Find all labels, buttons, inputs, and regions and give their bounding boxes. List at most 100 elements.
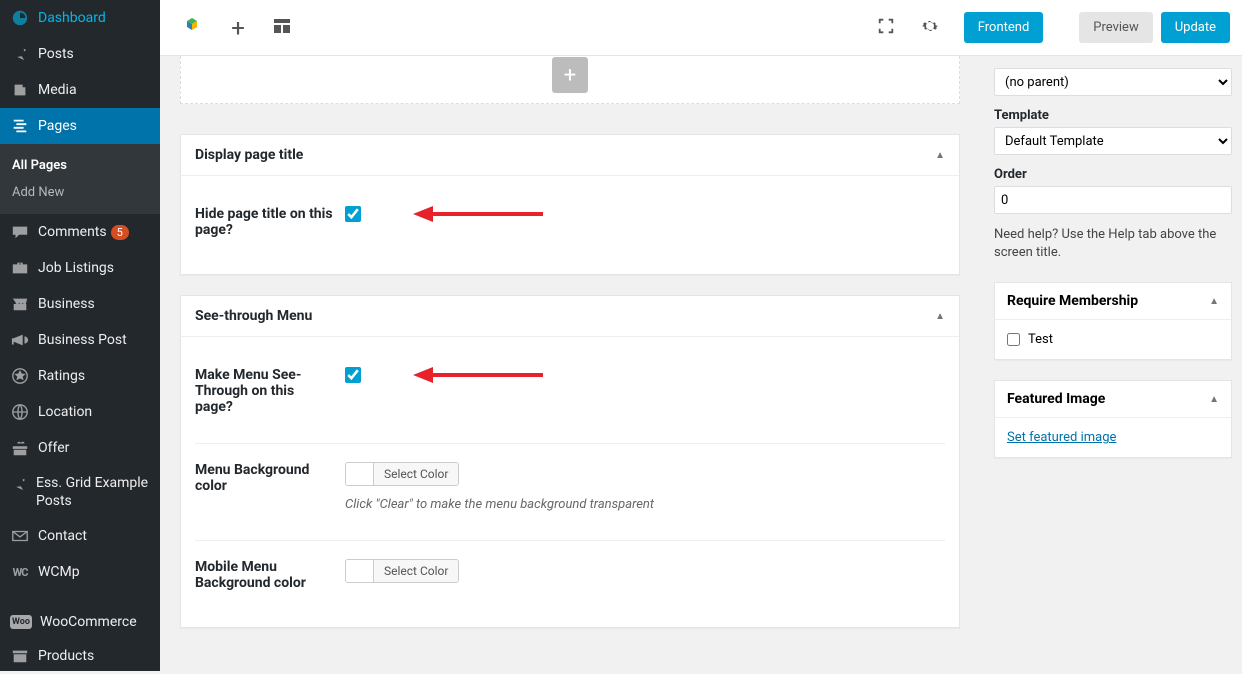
make-see-through-label: Make Menu See-Through on this page?	[195, 367, 345, 415]
sidebar-sub-all-pages[interactable]: All Pages	[0, 152, 160, 179]
help-text: Need help? Use the Help tab above the sc…	[994, 226, 1232, 262]
chevron-up-icon: ▲	[935, 311, 945, 322]
mobile-bg-color-label: Mobile Menu Background color	[195, 559, 345, 591]
mobile-bg-color-picker[interactable]: Select Color	[345, 559, 459, 583]
plus-icon: +	[564, 63, 576, 88]
builder-drop-area[interactable]: +	[180, 56, 960, 104]
menu-bg-note: Click "Clear" to make the menu backgroun…	[345, 497, 945, 512]
cubes-icon	[181, 13, 207, 43]
pin-icon	[10, 44, 30, 64]
make-see-through-checkbox[interactable]	[345, 367, 361, 383]
comments-count-badge: 5	[111, 225, 129, 240]
store-icon	[10, 294, 30, 314]
sidebar-item-ess-grid[interactable]: Ess. Grid Example Posts	[0, 466, 160, 518]
sidebar-label: Posts	[38, 46, 74, 62]
panel-header-see-through[interactable]: See-through Menu ▲	[181, 296, 959, 337]
plus-icon: +	[231, 14, 245, 42]
sidebar-item-comments[interactable]: Comments 5	[0, 214, 160, 250]
set-featured-image-link[interactable]: Set featured image	[1007, 430, 1116, 445]
select-color-button[interactable]: Select Color	[374, 463, 458, 485]
sidebar-item-location[interactable]: Location	[0, 394, 160, 430]
megaphone-icon	[10, 330, 30, 350]
templates-button[interactable]	[260, 6, 304, 50]
gift-icon	[10, 438, 30, 458]
pin-icon	[10, 474, 28, 494]
layout-icon	[272, 16, 292, 40]
parent-select[interactable]: (no parent)	[994, 68, 1232, 96]
dashboard-icon	[10, 8, 30, 28]
test-membership-checkbox[interactable]	[1007, 333, 1020, 346]
sidebar-item-wcmp[interactable]: WC WCMp	[0, 554, 160, 590]
main-content: + Display page title ▲ Hide page title o…	[160, 56, 980, 671]
update-button[interactable]: Update	[1161, 12, 1230, 43]
star-icon	[10, 366, 30, 386]
sidebar-label: Business	[38, 296, 95, 312]
select-color-button[interactable]: Select Color	[374, 560, 458, 582]
color-swatch	[346, 560, 374, 582]
color-swatch	[346, 463, 374, 485]
sidebar-label: Offer	[38, 440, 69, 456]
hide-page-title-checkbox[interactable]	[345, 206, 361, 222]
sidebar-item-business-post[interactable]: Business Post	[0, 322, 160, 358]
sidebar-item-offer[interactable]: Offer	[0, 430, 160, 466]
featured-image-box: Featured Image ▲ Set featured image	[994, 380, 1232, 458]
sidebox-title: Featured Image	[1007, 391, 1105, 407]
media-icon	[10, 80, 30, 100]
sidebar-item-job-listings[interactable]: Job Listings	[0, 250, 160, 286]
featured-image-header[interactable]: Featured Image ▲	[995, 381, 1231, 418]
template-select[interactable]: Default Template	[994, 127, 1232, 155]
panel-title: See-through Menu	[195, 308, 312, 324]
sidebar-item-media[interactable]: Media	[0, 72, 160, 108]
panel-header-display-title[interactable]: Display page title ▲	[181, 135, 959, 176]
builder-add-button[interactable]: +	[552, 57, 588, 93]
require-membership-box: Require Membership ▲ Test	[994, 282, 1232, 360]
sidebar-item-contact[interactable]: Contact	[0, 518, 160, 554]
sidebar-label: WooCommerce	[40, 614, 137, 630]
sidebar-label: Pages	[38, 118, 77, 134]
fullscreen-button[interactable]	[864, 6, 908, 50]
order-label: Order	[994, 167, 1232, 182]
builder-logo[interactable]	[172, 6, 216, 50]
archive-icon	[10, 646, 30, 666]
order-input[interactable]	[994, 186, 1232, 214]
sidebar-item-pages[interactable]: Pages	[0, 108, 160, 144]
menu-bg-color-picker[interactable]: Select Color	[345, 462, 459, 486]
sidebar-submenu-pages: All Pages Add New	[0, 144, 160, 214]
require-membership-header[interactable]: Require Membership ▲	[995, 283, 1231, 320]
pages-icon	[10, 116, 30, 136]
panel-title: Display page title	[195, 147, 303, 163]
frontend-button[interactable]: Frontend	[964, 12, 1044, 43]
sidebar-item-ratings[interactable]: Ratings	[0, 358, 160, 394]
sidebar-label: Ess. Grid Example Posts	[36, 474, 152, 510]
sidebar-item-business[interactable]: Business	[0, 286, 160, 322]
display-page-title-panel: Display page title ▲ Hide page title on …	[180, 134, 960, 275]
sidebar-label: Media	[38, 82, 77, 98]
hide-page-title-label: Hide page title on this page?	[195, 206, 345, 238]
sidebar-item-woocommerce[interactable]: Woo WooCommerce	[0, 606, 160, 638]
woocommerce-icon: Woo	[10, 615, 32, 629]
sidebar-sub-add-new[interactable]: Add New	[0, 179, 160, 206]
sidebar-item-dashboard[interactable]: Dashboard	[0, 0, 160, 36]
admin-sidebar: Dashboard Posts Media Pages All Pages Ad…	[0, 0, 160, 671]
sidebar-label: Job Listings	[38, 260, 114, 276]
sidebar-label: Ratings	[38, 368, 85, 384]
page-builder-toolbar: + Frontend Preview Update	[160, 0, 1242, 56]
template-label: Template	[994, 108, 1232, 123]
preview-button[interactable]: Preview	[1079, 12, 1152, 43]
page-attributes-sidebar: (no parent) Template Default Template Or…	[984, 56, 1242, 671]
chevron-up-icon: ▲	[1209, 296, 1219, 307]
sidebar-item-posts[interactable]: Posts	[0, 36, 160, 72]
sidebar-label: Business Post	[38, 332, 127, 348]
chevron-up-icon: ▲	[935, 150, 945, 161]
add-element-button[interactable]: +	[216, 6, 260, 50]
comment-icon	[10, 222, 30, 242]
chevron-up-icon: ▲	[1209, 394, 1219, 405]
gear-icon	[920, 16, 940, 40]
sidebar-label: Location	[38, 404, 92, 420]
test-membership-label: Test	[1028, 332, 1053, 347]
settings-button[interactable]	[908, 6, 952, 50]
wcmp-icon: WC	[10, 562, 30, 582]
fullscreen-icon	[877, 17, 895, 39]
sidebox-title: Require Membership	[1007, 293, 1138, 309]
sidebar-item-products[interactable]: Products	[0, 638, 160, 674]
